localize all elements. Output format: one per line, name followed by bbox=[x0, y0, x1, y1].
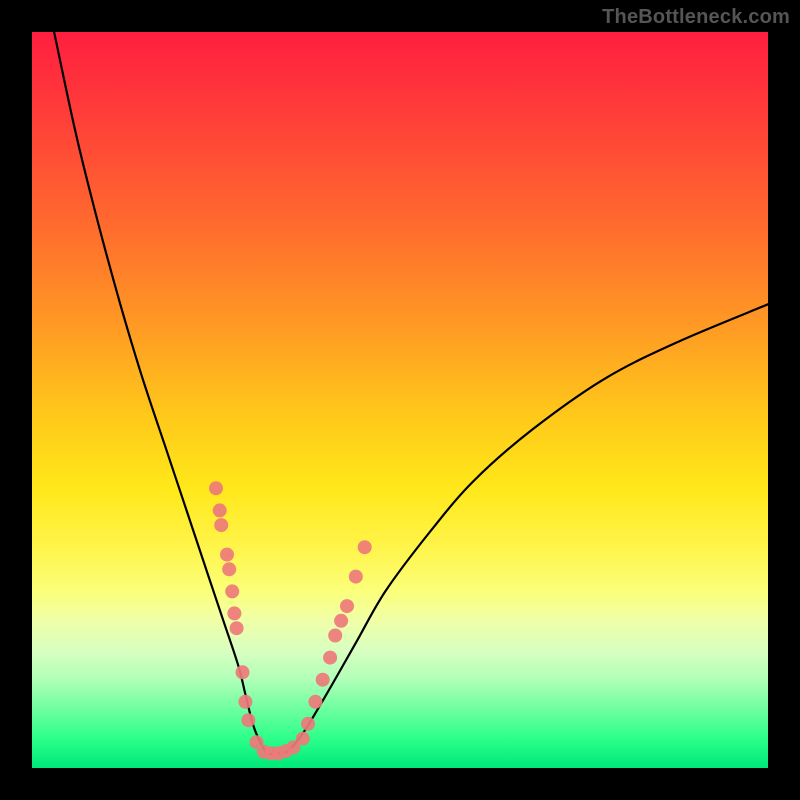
data-marker bbox=[225, 584, 239, 598]
data-marker bbox=[214, 518, 228, 532]
data-marker bbox=[227, 606, 241, 620]
bottleneck-curve bbox=[54, 32, 768, 754]
plot-area bbox=[32, 32, 768, 768]
data-marker bbox=[340, 599, 354, 613]
chart-frame: TheBottleneck.com bbox=[0, 0, 800, 800]
data-marker bbox=[308, 695, 322, 709]
data-marker bbox=[230, 621, 244, 635]
watermark-text: TheBottleneck.com bbox=[602, 6, 790, 29]
data-marker bbox=[296, 732, 310, 746]
chart-svg bbox=[32, 32, 768, 768]
data-marker bbox=[236, 665, 250, 679]
data-marker bbox=[213, 503, 227, 517]
data-marker bbox=[238, 695, 252, 709]
data-marker bbox=[222, 562, 236, 576]
data-marker bbox=[209, 481, 223, 495]
data-marker bbox=[323, 651, 337, 665]
data-marker bbox=[358, 540, 372, 554]
data-markers bbox=[209, 481, 372, 760]
data-marker bbox=[316, 673, 330, 687]
data-marker bbox=[301, 717, 315, 731]
data-marker bbox=[241, 713, 255, 727]
data-marker bbox=[328, 629, 342, 643]
data-marker bbox=[349, 570, 363, 584]
data-marker bbox=[220, 548, 234, 562]
data-marker bbox=[334, 614, 348, 628]
